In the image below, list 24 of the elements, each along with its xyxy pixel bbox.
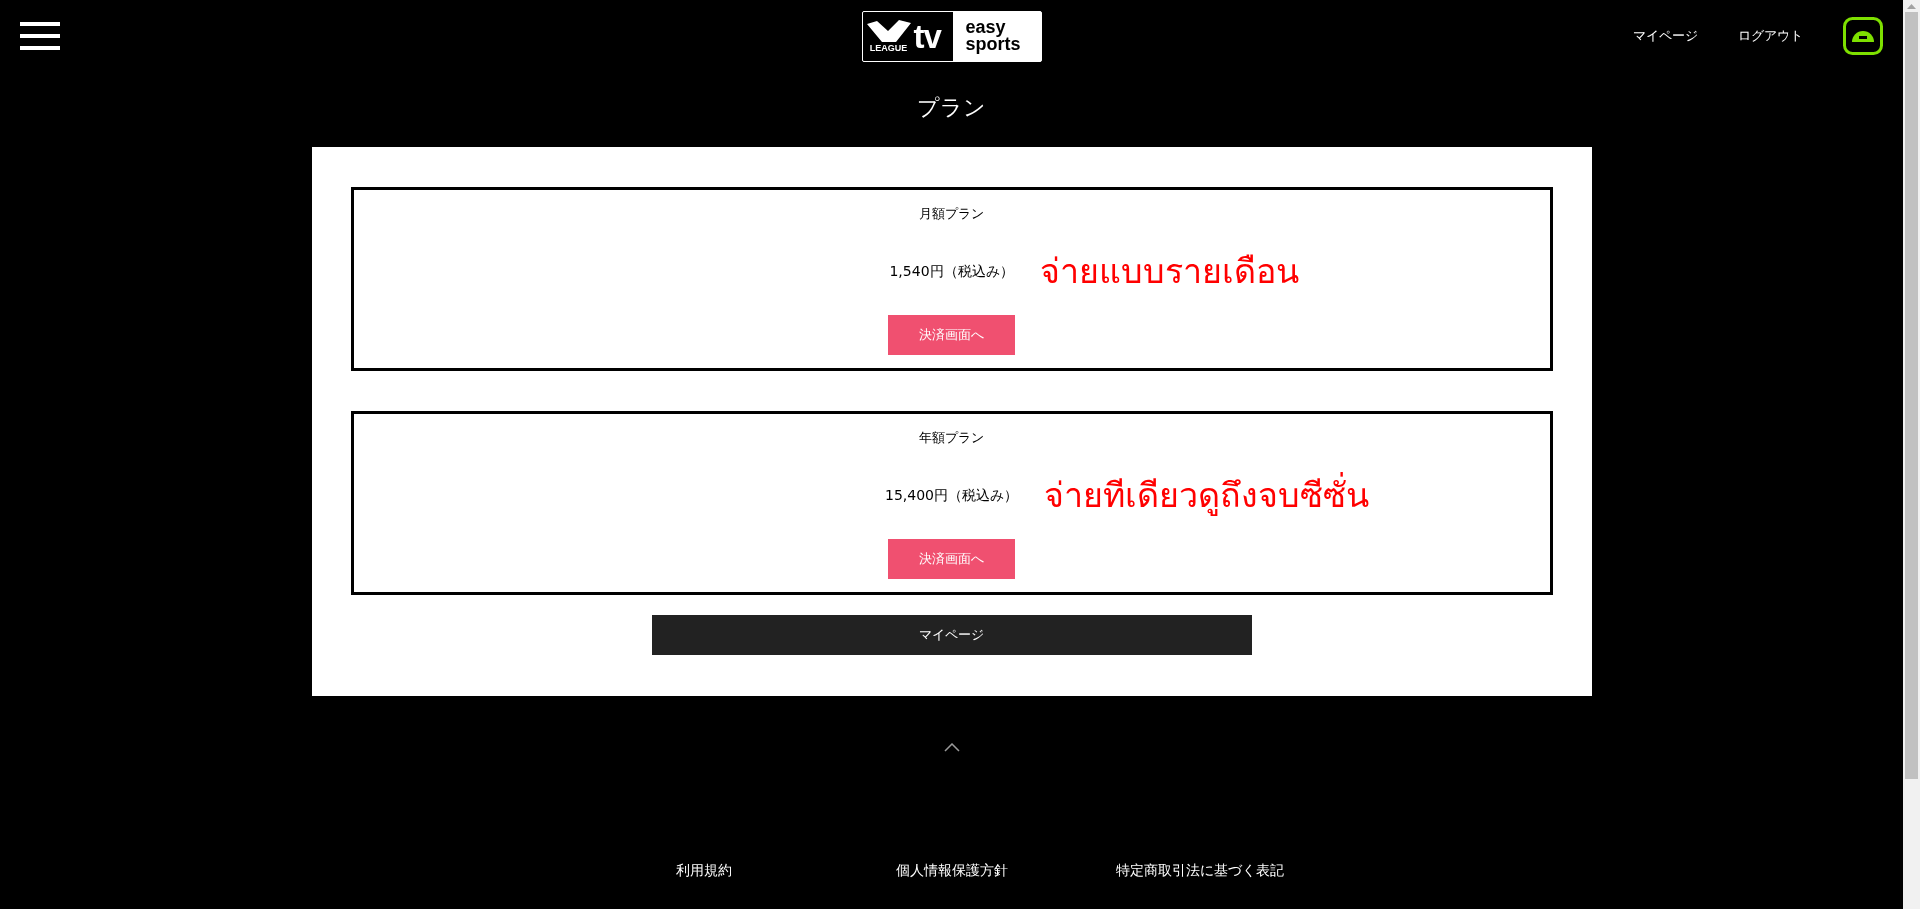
mypage-button[interactable]: マイページ [651,615,1252,655]
page-title: プラン [917,94,986,122]
annotation-text: จ่ายทีเดียวดูถึงจบซีซั่น [1044,474,1369,516]
chevron-up-icon[interactable] [943,743,960,752]
header-link[interactable]: マイページ [1633,26,1698,46]
scrollbar-thumb[interactable] [1905,12,1918,779]
logo-text: easy [965,19,1007,36]
plan-name: 月額プラン [919,205,984,223]
menu-icon[interactable] [20,22,60,50]
footer-link[interactable]: 個人情報保護方針 [827,860,1076,880]
v-shape-icon [866,19,911,42]
dome-icon[interactable] [1843,17,1883,55]
footer-link[interactable]: 利用規約 [579,860,828,880]
logo-text: sports [965,36,1022,53]
plan-name: 年額プラン [919,429,984,447]
header-link[interactable]: ログアウト [1738,26,1803,46]
annotation-text: จ่ายแบบรายเดือน [1039,250,1299,292]
plan-price: 15,400円（税込み） [885,486,1018,505]
logo-text: tv [913,19,941,53]
logo-mark-text: LEAGUE [869,42,908,53]
plan-price: 1,540円（税込み） [889,262,1014,281]
scrollbar[interactable] [1903,0,1920,909]
logo[interactable]: LEAGUE tv easy sports [861,10,1042,62]
footer-link[interactable]: 特定商取引法に基づく表記 [1075,860,1324,880]
